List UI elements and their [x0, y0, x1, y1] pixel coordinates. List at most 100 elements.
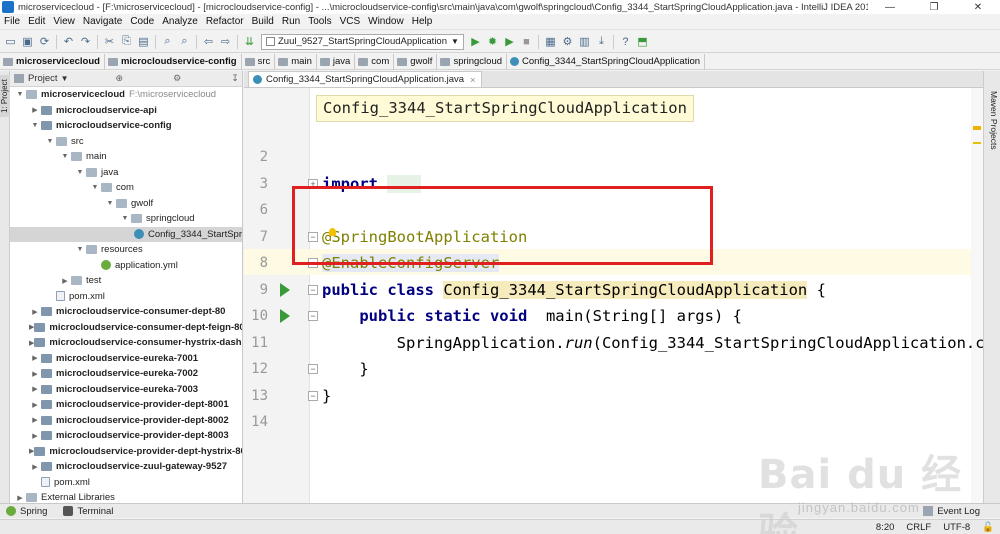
- collapsed-arrow-icon[interactable]: ▶: [14, 494, 26, 502]
- fold-toggle-icon[interactable]: −: [308, 311, 318, 321]
- breadcrumb-item[interactable]: springcloud: [437, 53, 508, 70]
- expanded-arrow-icon[interactable]: ▼: [29, 122, 41, 129]
- hide-panel-icon[interactable]: ↧: [228, 73, 242, 84]
- menu-analyze[interactable]: Analyze: [158, 16, 202, 27]
- tree-node[interactable]: application.yml: [10, 258, 242, 274]
- sync-icon[interactable]: ⟳: [36, 33, 53, 50]
- tree-node[interactable]: ▶ microcloudservice-zuul-gateway-9527: [10, 459, 242, 475]
- menu-edit[interactable]: Edit: [24, 16, 49, 27]
- tree-node[interactable]: ▼ com: [10, 180, 242, 196]
- vcs-icon[interactable]: ▦: [542, 33, 559, 50]
- find-icon[interactable]: ⌕: [159, 33, 176, 50]
- collapsed-arrow-icon[interactable]: ▶: [29, 385, 41, 393]
- fold-toggle-icon[interactable]: −: [308, 284, 318, 295]
- expanded-arrow-icon[interactable]: ▼: [14, 91, 26, 98]
- expanded-arrow-icon[interactable]: ▼: [59, 153, 71, 160]
- menu-vcs[interactable]: VCS: [336, 16, 365, 27]
- code-line[interactable]: 12 }: [244, 356, 983, 382]
- maven-projects-tab[interactable]: Maven Projects: [986, 91, 999, 155]
- back-icon[interactable]: ⇦: [200, 33, 217, 50]
- menu-refactor[interactable]: Refactor: [202, 16, 248, 27]
- tree-node[interactable]: ▶ microcloudservice-consumer-dept-feign-8…: [10, 320, 242, 336]
- breadcrumb-item[interactable]: microservicecloud: [0, 53, 105, 70]
- run-gutter-icon[interactable]: [280, 309, 290, 323]
- collapsed-arrow-icon[interactable]: ▶: [59, 277, 71, 285]
- event-log-tab[interactable]: Event Log: [923, 506, 980, 517]
- tree-node[interactable]: ▶ test: [10, 273, 242, 289]
- debug-icon[interactable]: ✹: [484, 33, 501, 50]
- paste-icon[interactable]: ▤: [135, 33, 152, 50]
- expanded-arrow-icon[interactable]: ▼: [74, 169, 86, 176]
- save-all-icon[interactable]: ▣: [19, 33, 36, 50]
- minimize-button[interactable]: —: [868, 0, 912, 14]
- run-icon[interactable]: ▶: [467, 33, 484, 50]
- tree-node[interactable]: ▶ microcloudservice-eureka-7003: [10, 382, 242, 398]
- close-button[interactable]: ✕: [956, 0, 1000, 14]
- code-line[interactable]: 10 public static void main(String[] args…: [244, 303, 983, 329]
- sync-panel-icon[interactable]: ⊕: [112, 73, 126, 84]
- redo-icon[interactable]: ↷: [77, 33, 94, 50]
- stop-icon[interactable]: ■: [518, 33, 535, 50]
- tree-node[interactable]: ▶ microcloudservice-provider-dept-hystrix…: [10, 444, 242, 460]
- options-gear-icon[interactable]: ⚙: [170, 73, 184, 84]
- tree-node[interactable]: ▼ resources: [10, 242, 242, 258]
- menu-code[interactable]: Code: [126, 16, 158, 27]
- collapsed-arrow-icon[interactable]: ▶: [29, 308, 41, 316]
- code-line[interactable]: 13}: [244, 383, 983, 409]
- expanded-arrow-icon[interactable]: ▼: [119, 215, 131, 222]
- settings-icon[interactable]: ⚙: [559, 33, 576, 50]
- close-tab-icon[interactable]: ×: [470, 75, 475, 85]
- plugin-icon[interactable]: ⬒: [634, 33, 651, 50]
- editor-tab[interactable]: Config_3344_StartSpringCloudApplication.…: [248, 71, 483, 87]
- fold-toggle-icon[interactable]: −: [308, 390, 318, 401]
- tree-node[interactable]: ▶ microcloudservice-consumer-hystrix-dash…: [10, 335, 242, 351]
- menu-tools[interactable]: Tools: [304, 16, 335, 27]
- run-configuration-dropdown[interactable]: Zuul_9527_StartSpringCloudApplication ▼: [261, 33, 464, 50]
- collapsed-arrow-icon[interactable]: ▶: [29, 354, 41, 362]
- tree-node[interactable]: ▶ microcloudservice-provider-dept-8003: [10, 428, 242, 444]
- tree-node[interactable]: ▶ microcloudservice-provider-dept-8001: [10, 397, 242, 413]
- project-structure-icon[interactable]: ▥: [576, 33, 593, 50]
- collapsed-arrow-icon[interactable]: ▶: [29, 106, 41, 114]
- expanded-arrow-icon[interactable]: ▼: [104, 200, 116, 207]
- sdk-manager-icon[interactable]: ⤓: [593, 33, 610, 50]
- menu-window[interactable]: Window: [364, 16, 408, 27]
- breadcrumb-item[interactable]: Config_3344_StartSpringCloudApplication: [507, 53, 706, 70]
- breadcrumb-item[interactable]: java: [317, 53, 356, 70]
- collapsed-arrow-icon[interactable]: ▶: [29, 463, 41, 471]
- tree-node[interactable]: ▶ microcloudservice-provider-dept-8002: [10, 413, 242, 429]
- code-line[interactable]: 9 public class Config_3344_StartSpringClo…: [244, 277, 983, 303]
- terminal-tool-tab[interactable]: Terminal: [57, 506, 123, 517]
- tree-node[interactable]: Config_3344_StartSpringCloudApplication: [10, 226, 242, 242]
- line-separator-indicator[interactable]: CRLF: [900, 522, 937, 533]
- tree-node[interactable]: ▶ microcloudservice-api: [10, 103, 242, 119]
- menu-help[interactable]: Help: [408, 16, 437, 27]
- breadcrumb-item[interactable]: main: [275, 53, 317, 70]
- fold-toggle-icon[interactable]: −: [308, 364, 318, 374]
- lock-icon[interactable]: 🔓: [976, 522, 1000, 533]
- menu-navigate[interactable]: Navigate: [79, 16, 126, 27]
- menu-view[interactable]: View: [49, 16, 79, 27]
- menu-build[interactable]: Build: [248, 16, 278, 27]
- coverage-icon[interactable]: ▶: [501, 33, 518, 50]
- tree-node[interactable]: ▼ gwolf: [10, 196, 242, 212]
- tree-node[interactable]: ▶ microcloudservice-eureka-7001: [10, 351, 242, 367]
- undo-icon[interactable]: ↶: [60, 33, 77, 50]
- help-icon[interactable]: ?: [617, 33, 634, 50]
- breadcrumb-item[interactable]: gwolf: [394, 53, 438, 70]
- tree-node[interactable]: ▼ main: [10, 149, 242, 165]
- forward-icon[interactable]: ⇨: [217, 33, 234, 50]
- tree-node[interactable]: ▶ microcloudservice-consumer-dept-80: [10, 304, 242, 320]
- expanded-arrow-icon[interactable]: ▼: [89, 184, 101, 191]
- expanded-arrow-icon[interactable]: ▼: [74, 246, 86, 253]
- breadcrumb-item[interactable]: com: [355, 53, 395, 70]
- spring-tool-tab[interactable]: Spring: [0, 506, 57, 517]
- project-panel-title[interactable]: Project: [28, 73, 58, 84]
- tree-node[interactable]: ▼ java: [10, 165, 242, 181]
- file-encoding-indicator[interactable]: UTF-8: [937, 522, 976, 533]
- collapsed-arrow-icon[interactable]: ▶: [29, 432, 41, 440]
- cut-icon[interactable]: ✂: [101, 33, 118, 50]
- code-line[interactable]: 11 SpringApplication.run(Config_3344_Sta…: [244, 330, 983, 356]
- chevron-down-icon[interactable]: ▼: [61, 74, 69, 83]
- tree-node[interactable]: ▶ External Libraries: [10, 490, 242, 503]
